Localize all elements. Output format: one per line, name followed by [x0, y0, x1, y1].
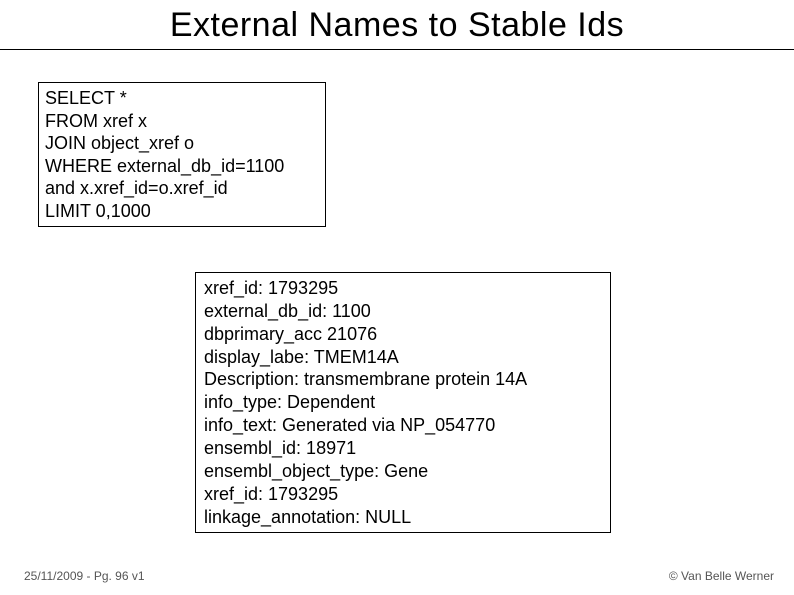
sql-line: SELECT * [45, 87, 319, 110]
result-line: xref_id: 1793295 [204, 277, 602, 300]
query-result-box: xref_id: 1793295 external_db_id: 1100 db… [195, 272, 611, 533]
sql-line: and x.xref_id=o.xref_id [45, 177, 319, 200]
result-line: external_db_id: 1100 [204, 300, 602, 323]
sql-line: LIMIT 0,1000 [45, 200, 319, 223]
sql-line: WHERE external_db_id=1100 [45, 155, 319, 178]
result-line: info_type: Dependent [204, 391, 602, 414]
sql-line: FROM xref x [45, 110, 319, 133]
footer-date-page: 25/11/2009 - Pg. 96 v1 [24, 569, 145, 583]
result-line: linkage_annotation: NULL [204, 506, 602, 529]
footer-copyright: © Van Belle Werner [669, 569, 774, 583]
result-line: Description: transmembrane protein 14A [204, 368, 602, 391]
title-area: External Names to Stable Ids [0, 0, 794, 50]
result-line: xref_id: 1793295 [204, 483, 602, 506]
result-line: dbprimary_acc 21076 [204, 323, 602, 346]
sql-line: JOIN object_xref o [45, 132, 319, 155]
result-line: display_labe: TMEM14A [204, 346, 602, 369]
page-title: External Names to Stable Ids [0, 6, 794, 45]
result-line: ensembl_id: 18971 [204, 437, 602, 460]
sql-query-box: SELECT * FROM xref x JOIN object_xref o … [38, 82, 326, 227]
result-line: info_text: Generated via NP_054770 [204, 414, 602, 437]
result-line: ensembl_object_type: Gene [204, 460, 602, 483]
